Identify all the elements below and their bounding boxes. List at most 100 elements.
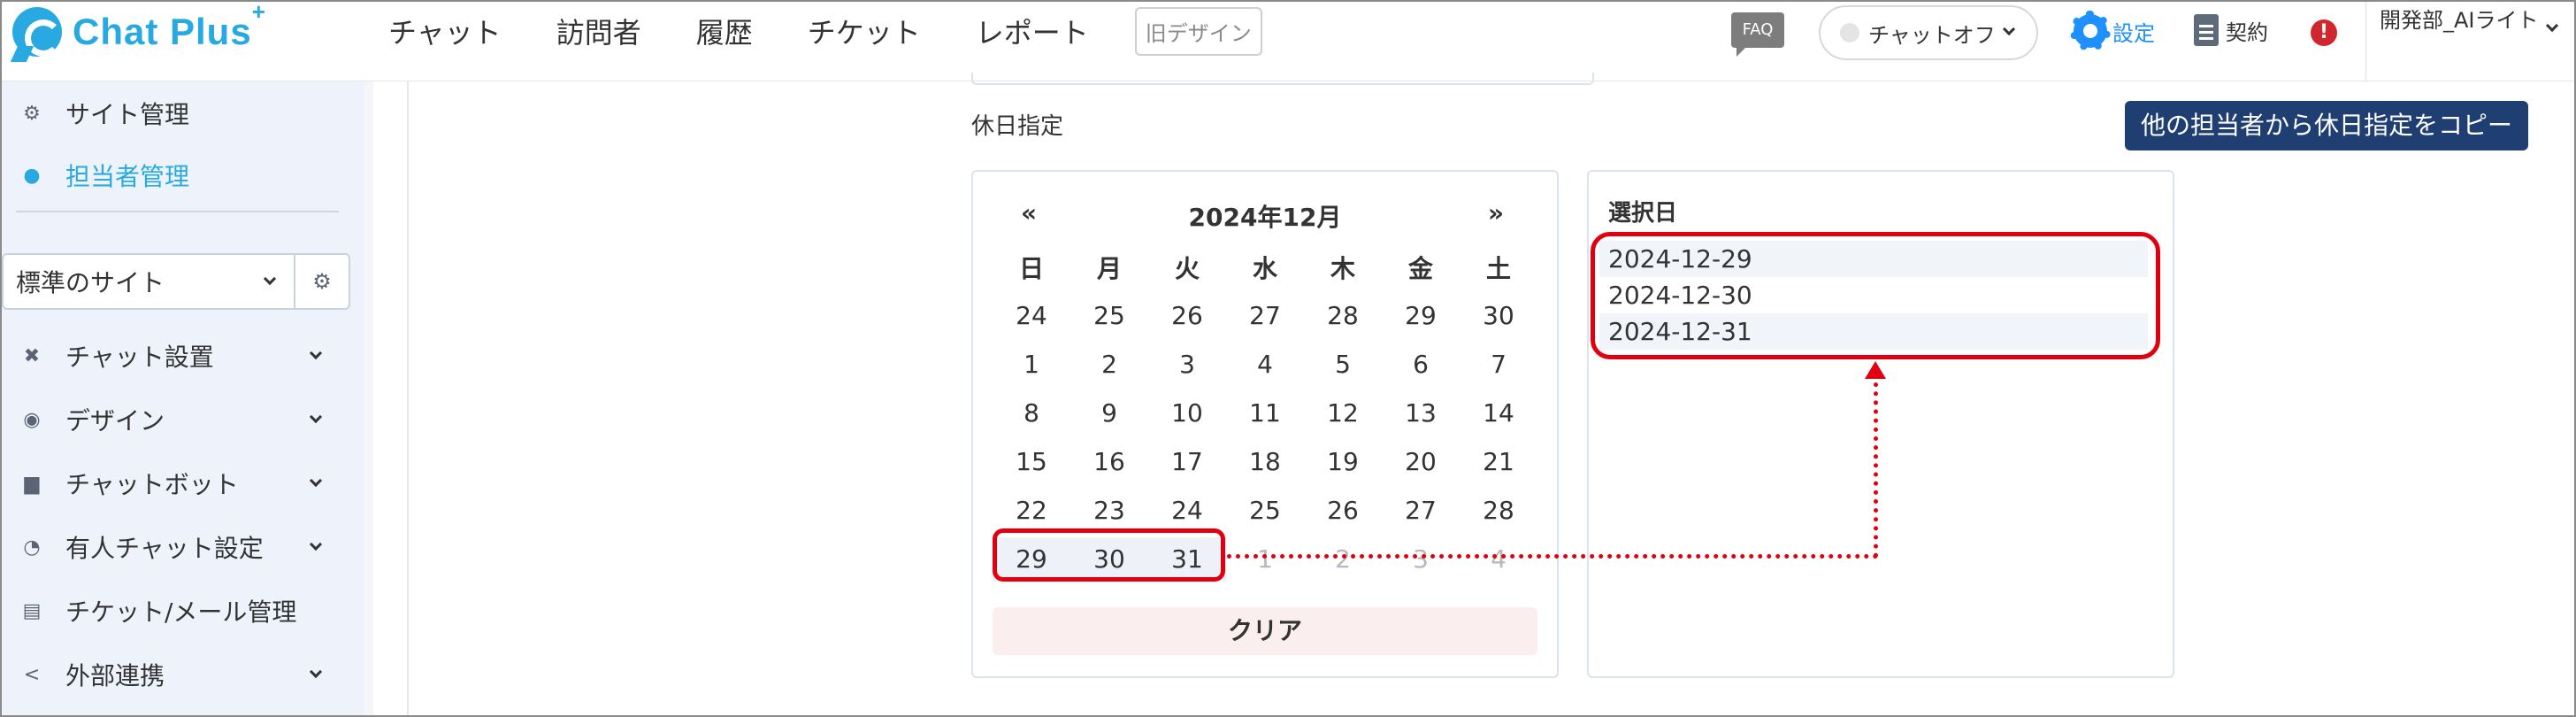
sidebar-item-ticket-mail[interactable]: ▤ チケット/メール管理 xyxy=(2,584,356,637)
sidebar-item-label: 有人チャット設定 xyxy=(65,534,264,563)
chevron-down-icon xyxy=(309,410,323,424)
calendar-day[interactable]: 2 xyxy=(1070,350,1148,379)
calendar-day-other-month[interactable]: 2 xyxy=(1304,544,1382,574)
user-chevron-down-icon[interactable] xyxy=(2545,19,2559,33)
calendar-day[interactable]: 30 xyxy=(1460,301,1537,330)
calendar-day[interactable]: 12 xyxy=(1304,398,1382,428)
calendar-day[interactable]: 17 xyxy=(1148,447,1226,476)
calendar-day[interactable]: 10 xyxy=(1148,398,1226,428)
calendar-day[interactable]: 25 xyxy=(1226,496,1304,525)
nav-history[interactable]: 履歴 xyxy=(696,11,753,51)
app-window: Chat Plus+ チャット 訪問者 履歴 チケット レポート 旧デザイン F… xyxy=(0,0,2576,717)
calendar-day[interactable]: 24 xyxy=(993,301,1070,330)
calendar-day[interactable]: 28 xyxy=(1460,496,1537,525)
settings-label: 設定 xyxy=(2112,20,2155,46)
sidebar-item-chat-install[interactable]: ✖ チャット設置 xyxy=(2,329,356,382)
copy-holidays-button[interactable]: 他の担当者から休日指定をコピー xyxy=(2125,101,2528,150)
chat-bubble-icon: ▆ xyxy=(24,472,40,495)
sidebar-divider xyxy=(16,211,339,212)
calendar-day[interactable]: 23 xyxy=(1070,496,1148,525)
next-month-button[interactable]: » xyxy=(1488,198,1504,227)
calendar-day[interactable]: 20 xyxy=(1382,447,1460,476)
calendar-day[interactable]: 1 xyxy=(993,350,1070,379)
calendar-day[interactable]: 15 xyxy=(993,447,1070,476)
sidebar-item-external[interactable]: < 外部連携 xyxy=(2,648,356,701)
calendar-day[interactable]: 25 xyxy=(1070,301,1148,330)
calendar-day[interactable]: 3 xyxy=(1148,350,1226,379)
user-menu[interactable]: 開発部_AIライト xyxy=(2380,5,2539,35)
calendar-day[interactable]: 27 xyxy=(1382,496,1460,525)
weekday-mon: 月 xyxy=(1096,253,1122,283)
faq-icon[interactable]: FAQ xyxy=(1731,12,1784,57)
calendar-day[interactable]: 4 xyxy=(1226,350,1304,379)
sidebar-item-site-management[interactable]: ⚙ サイト管理 xyxy=(2,87,356,140)
top-bar: Chat Plus+ チャット 訪問者 履歴 チケット レポート 旧デザイン F… xyxy=(2,0,2574,81)
calendar-day[interactable]: 21 xyxy=(1460,447,1537,476)
sidebar-item-manned-chat[interactable]: ◔ 有人チャット設定 xyxy=(2,520,356,574)
clear-button[interactable]: クリア xyxy=(993,607,1537,655)
calendar-day[interactable]: 13 xyxy=(1382,398,1460,428)
weekday-thu: 木 xyxy=(1330,253,1355,283)
sidebar-scrollbar[interactable] xyxy=(364,81,373,715)
calendar-week: 15 16 17 18 19 20 21 xyxy=(993,437,1537,486)
calendar-day[interactable]: 9 xyxy=(1070,398,1148,428)
alert-icon[interactable]: ! xyxy=(2311,19,2337,46)
sidebar-item-label: チャットボット xyxy=(65,470,239,499)
calendar-day-other-month[interactable]: 3 xyxy=(1382,544,1460,574)
site-gear-button[interactable]: ⚙ xyxy=(294,253,350,310)
calendar-day[interactable]: 19 xyxy=(1304,447,1382,476)
calendar-day[interactable]: 7 xyxy=(1460,350,1537,379)
weekday-wed: 水 xyxy=(1252,253,1277,283)
highlight-selected-list xyxy=(1591,232,2160,359)
site-select[interactable]: 標準のサイト xyxy=(2,253,295,310)
sidebar-item-staff-management[interactable]: ● 担当者管理 xyxy=(2,149,356,202)
tools-icon: ✖ xyxy=(23,344,41,367)
site-select-value: 標準のサイト xyxy=(16,268,165,297)
weekday-header: 日 月 火 水 木 金 土 xyxy=(993,243,1537,291)
nav-reports[interactable]: レポート xyxy=(976,11,1089,51)
calendar-day[interactable]: 26 xyxy=(1148,301,1226,330)
calendar-day[interactable]: 16 xyxy=(1070,447,1148,476)
calendar-day[interactable]: 5 xyxy=(1304,350,1382,379)
gear-icon: ⚙ xyxy=(23,102,41,125)
prev-month-button[interactable]: « xyxy=(1021,198,1037,227)
chevron-down-icon xyxy=(263,272,277,286)
chevron-down-icon xyxy=(309,665,323,679)
calendar-day-other-month[interactable]: 4 xyxy=(1460,544,1537,574)
nav-visitors[interactable]: 訪問者 xyxy=(556,11,641,51)
highlight-selected-days xyxy=(993,528,1225,582)
holiday-section-label: 休日指定 xyxy=(971,113,1064,140)
calendar-day[interactable]: 22 xyxy=(993,496,1070,525)
calendar-day[interactable]: 24 xyxy=(1148,496,1226,525)
calendar-day[interactable]: 11 xyxy=(1226,398,1304,428)
sidebar-item-design[interactable]: ◉ デザイン xyxy=(2,393,356,446)
calendar-day[interactable]: 28 xyxy=(1304,301,1382,330)
calendar-day[interactable]: 26 xyxy=(1304,496,1382,525)
calendar-week: 24 25 26 27 28 29 30 xyxy=(993,291,1537,340)
calendar-day[interactable]: 27 xyxy=(1226,301,1304,330)
sidebar-item-label: デザイン xyxy=(65,406,165,436)
calendar-day[interactable]: 8 xyxy=(993,398,1070,428)
calendar-day[interactable]: 14 xyxy=(1460,398,1537,428)
calendar-day[interactable]: 29 xyxy=(1382,301,1460,330)
old-design-button[interactable]: 旧デザイン xyxy=(1134,6,1262,56)
sidebar-item-label: 外部連携 xyxy=(65,661,165,690)
calendar-day[interactable]: 6 xyxy=(1382,350,1460,379)
gear-icon xyxy=(2070,11,2111,51)
calendar-week: 1 2 3 4 5 6 7 xyxy=(993,340,1537,389)
sidebar-item-chatbot[interactable]: ▆ チャットボット xyxy=(2,457,356,510)
calendar-day[interactable]: 18 xyxy=(1226,447,1304,476)
nav-chat[interactable]: チャット xyxy=(388,11,502,51)
nav-tickets[interactable]: チケット xyxy=(808,11,921,51)
logo-text: Chat Plus+ xyxy=(73,0,266,52)
chat-status-dropdown[interactable]: チャットオフ xyxy=(1819,5,2038,60)
previous-section-box xyxy=(971,73,1594,85)
document-icon xyxy=(2194,14,2219,46)
calendar-day-other-month[interactable]: 1 xyxy=(1226,544,1304,574)
logo[interactable]: Chat Plus+ xyxy=(12,0,266,57)
calendar-title: 2024年12月 xyxy=(1188,203,1342,232)
weekday-sat: 土 xyxy=(1485,253,1511,283)
chevron-down-icon xyxy=(2002,22,2015,36)
settings-link[interactable]: 設定 xyxy=(2070,11,2155,51)
contract-link[interactable]: 契約 xyxy=(2194,14,2268,46)
